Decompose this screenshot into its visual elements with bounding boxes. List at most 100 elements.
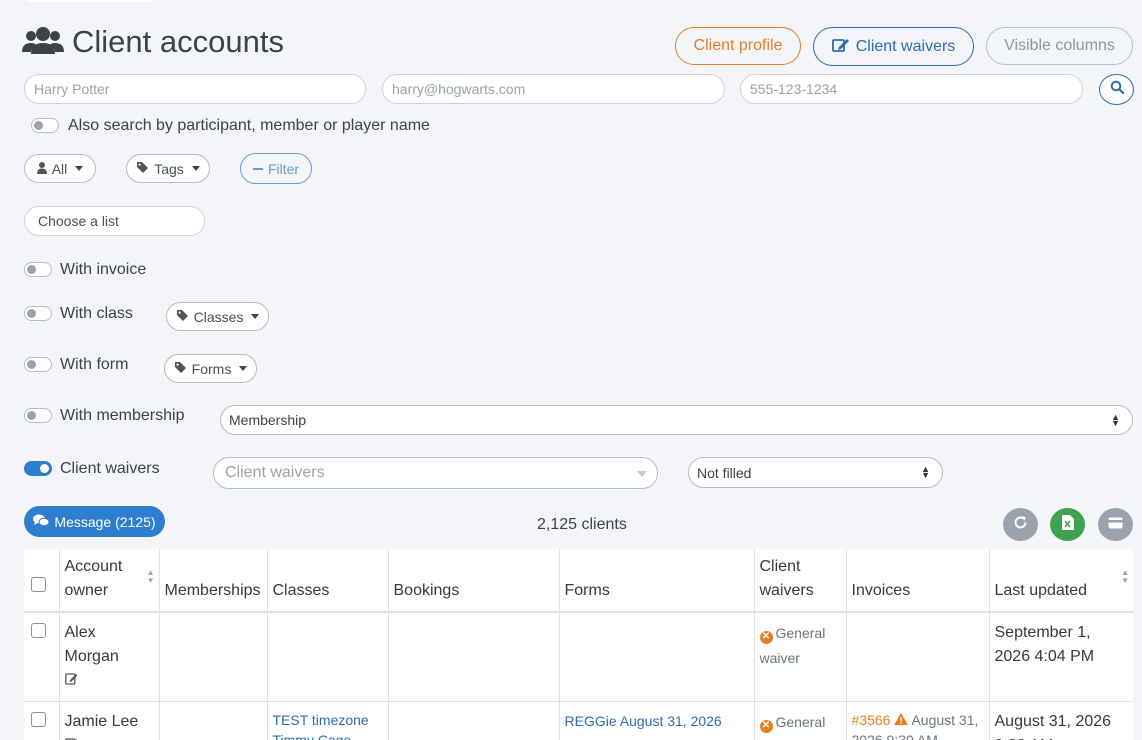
- choose-list-select[interactable]: Choose a list: [24, 206, 205, 236]
- waiver-status-select[interactable]: Not filled ▲ ▼: [688, 457, 943, 488]
- client-count: 2,125 clients: [537, 516, 627, 533]
- client-waivers-toggle[interactable]: [24, 461, 52, 476]
- tags-dropdown[interactable]: Tags: [126, 154, 210, 183]
- account-owner-cell: Alex Morgan: [59, 612, 160, 702]
- export-excel-button[interactable]: [1050, 508, 1085, 541]
- forms-cell: [559, 612, 755, 702]
- row-select-cell: [24, 701, 60, 740]
- search-button[interactable]: [1099, 74, 1134, 105]
- sort-icon: ▲ ▼: [1121, 568, 1129, 585]
- select-arrows-icon: ▲ ▼: [921, 464, 930, 480]
- class-participant: Timmy Cage: [272, 732, 352, 740]
- account-owner-name[interactable]: Alex Morgan: [65, 621, 125, 669]
- caret-down-icon: [637, 471, 647, 477]
- tag-icon: [176, 309, 189, 325]
- with-class-toggle[interactable]: [24, 306, 52, 321]
- select-all-header: [24, 549, 60, 613]
- all-dropdown[interactable]: All: [24, 154, 96, 183]
- client-waivers-filter-label: Client waivers: [60, 460, 160, 477]
- memberships-cell: [159, 612, 268, 702]
- header-memberships: Memberships: [159, 549, 268, 613]
- bookings-cell: [388, 701, 560, 740]
- edit-icon[interactable]: [64, 672, 78, 689]
- with-form-label: With form: [60, 356, 129, 373]
- phone-search-input[interactable]: 555-123-1234: [740, 74, 1083, 104]
- header-classes-label: Classes: [272, 582, 330, 599]
- account-owner-cell: Jamie Lee: [59, 701, 160, 740]
- with-form-toggle[interactable]: [24, 357, 52, 372]
- account-owner-name[interactable]: Jamie Lee: [65, 710, 154, 734]
- header-classes: Classes: [267, 549, 389, 613]
- filter-button[interactable]: Filter: [240, 153, 312, 184]
- forms-label: Forms: [191, 360, 232, 377]
- memberships-cell: [159, 701, 268, 740]
- client-profile-button[interactable]: Client profile: [675, 27, 801, 65]
- x-circle-icon: ✕: [759, 630, 773, 644]
- participant-search-toggle[interactable]: [31, 118, 59, 133]
- client-waivers-button[interactable]: Client waivers: [813, 27, 974, 66]
- with-membership-toggle[interactable]: [24, 408, 52, 423]
- forms-dropdown[interactable]: Forms: [164, 354, 257, 383]
- select-arrows-icon: ▲ ▼: [1111, 412, 1120, 428]
- tags-label: Tags: [154, 160, 184, 177]
- membership-select[interactable]: Membership ▲ ▼: [220, 405, 1133, 435]
- form-link[interactable]: REGGie August 31, 2026 1:30 PM: [565, 713, 722, 740]
- table-row: Jamie Lee TEST timezone Timmy Cage REGGie…: [24, 701, 1133, 740]
- last-updated-value: September 1, 2026 4:04 PM: [994, 624, 1095, 665]
- header-client-waivers-label: Client waivers: [759, 558, 814, 599]
- refresh-button[interactable]: [1003, 508, 1038, 541]
- visible-columns-label: Visible columns: [1004, 37, 1115, 54]
- message-button[interactable]: Message (2125): [24, 506, 165, 537]
- with-invoice-label: With invoice: [60, 261, 147, 278]
- tag-icon: [136, 161, 149, 177]
- classes-cell: [267, 612, 389, 702]
- header-account-owner-label: Account owner: [64, 558, 123, 599]
- client-waivers-select[interactable]: Client waivers: [213, 457, 658, 489]
- header-forms: Forms: [559, 549, 755, 613]
- header-last-updated-label: Last updated: [994, 582, 1088, 599]
- table-row: Alex Morgan ✕ General waiver September 1,…: [24, 612, 1133, 702]
- forms-cell: REGGie August 31, 2026 1:30 PM: [559, 701, 755, 740]
- sort-icon: ▲ ▼: [146, 568, 155, 585]
- row-checkbox[interactable]: [31, 623, 46, 638]
- email-placeholder: harry@hogwarts.com: [392, 81, 526, 97]
- search-icon: [1110, 80, 1124, 99]
- header-bookings-label: Bookings: [393, 582, 460, 599]
- visible-columns-button[interactable]: Visible columns: [986, 27, 1133, 65]
- message-label: Message (2125): [54, 513, 156, 530]
- caret-down-icon: [191, 166, 200, 171]
- waiver-cell: ✕General waiver: [754, 612, 847, 702]
- name-search-input[interactable]: Harry Potter: [24, 74, 366, 104]
- last-updated-cell: August 31, 2026 9:30 AM: [989, 701, 1133, 740]
- clients-table: Account owner ▲ ▼ Memberships Classes Book…: [24, 549, 1133, 740]
- header-forms-label: Forms: [564, 582, 610, 599]
- client-waivers-label: Client waivers: [855, 37, 956, 55]
- filter-label: Filter: [267, 160, 300, 177]
- comments-icon: [33, 514, 50, 530]
- caret-down-icon: [239, 366, 248, 371]
- caret-down-icon: [251, 314, 260, 319]
- invoice-link[interactable]: #3566: [852, 712, 891, 728]
- select-all-checkbox[interactable]: [31, 577, 46, 592]
- classes-dropdown[interactable]: Classes: [166, 302, 269, 331]
- email-search-input[interactable]: harry@hogwarts.com: [382, 74, 725, 104]
- header-account-owner[interactable]: Account owner ▲ ▼: [59, 549, 160, 613]
- warning-icon: [894, 712, 909, 728]
- name-placeholder: Harry Potter: [34, 81, 110, 97]
- header-last-updated[interactable]: Last updated ▲ ▼: [989, 549, 1133, 613]
- last-updated-value: August 31, 2026 9:30 AM: [994, 713, 1112, 740]
- page-header: Client accounts: [22, 24, 284, 60]
- top-tab-fragment: [24, 0, 154, 2]
- waiver-cell: ✕General waiver: [754, 701, 847, 740]
- with-invoice-toggle[interactable]: [24, 262, 52, 277]
- class-link[interactable]: TEST timezone: [273, 710, 383, 730]
- excel-file-icon: [1061, 514, 1074, 535]
- client-waivers-placeholder: Client waivers: [225, 464, 325, 481]
- row-checkbox[interactable]: [31, 712, 46, 727]
- waiver-status-value: Not filled: [697, 464, 752, 481]
- participant-search-label: Also search by participant, member or pl…: [68, 117, 430, 134]
- header-memberships-label: Memberships: [164, 582, 261, 599]
- with-membership-label: With membership: [60, 407, 185, 424]
- last-updated-cell: September 1, 2026 4:04 PM: [989, 612, 1133, 702]
- card-view-button[interactable]: [1098, 508, 1133, 541]
